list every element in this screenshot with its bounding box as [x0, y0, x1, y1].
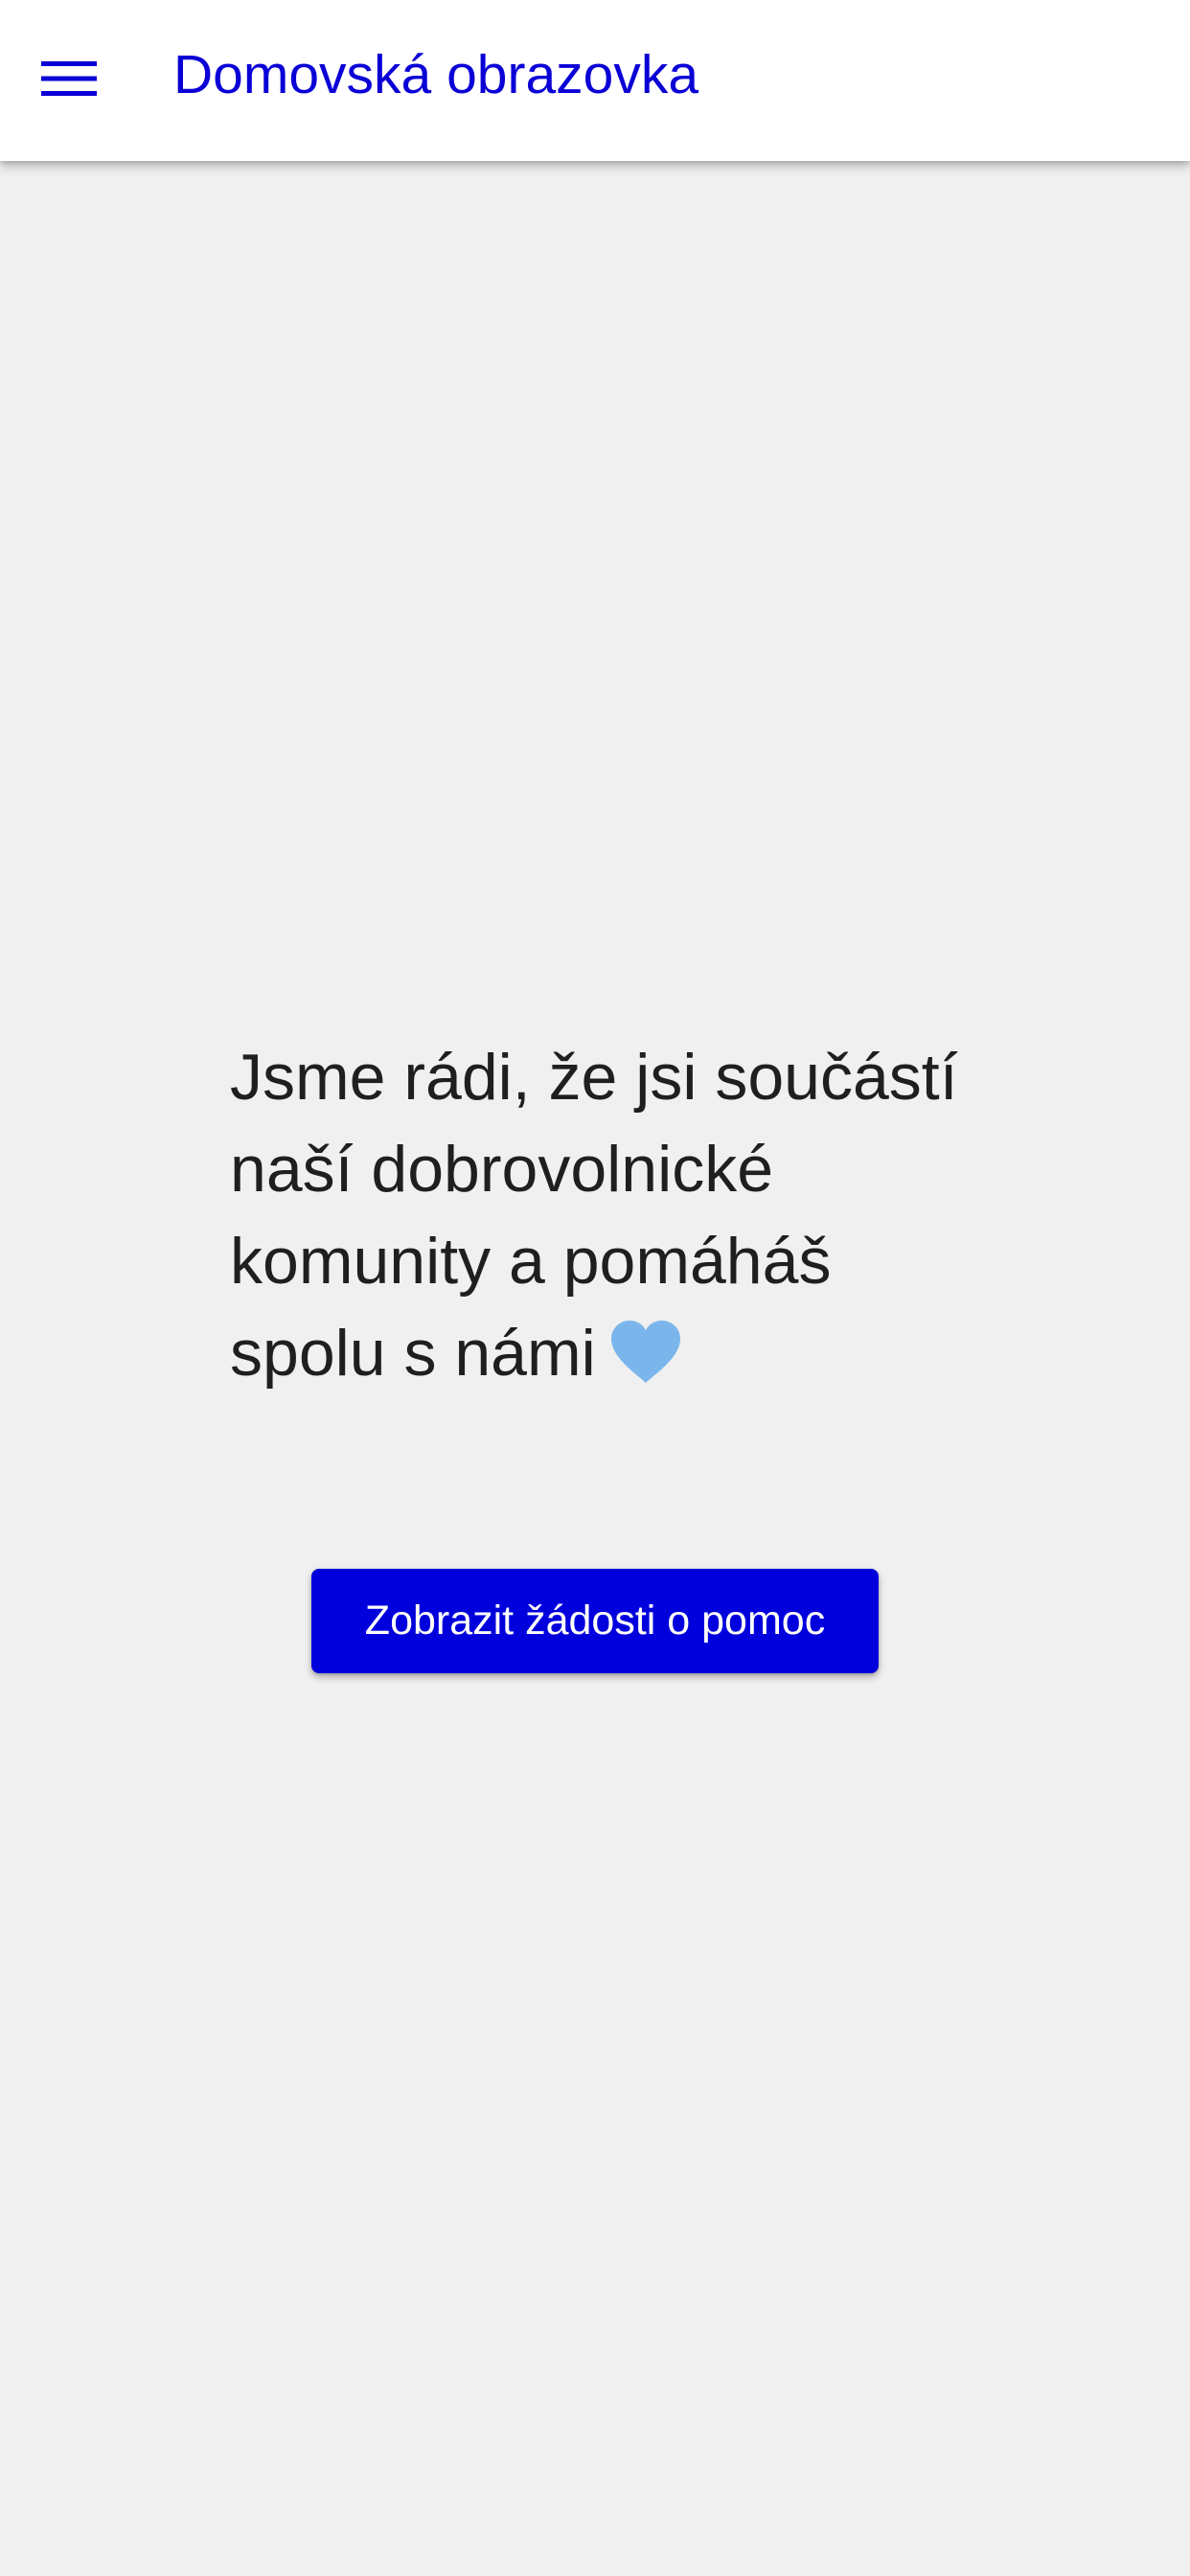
- page-title: Domovská obrazovka: [173, 44, 699, 105]
- home-content: Jsme rádi, že jsi součástí naší dobrovol…: [0, 161, 1190, 2576]
- hamburger-menu-icon: [41, 61, 97, 96]
- welcome-message-text: Jsme rádi, že jsi součástí naší dobrovol…: [230, 1041, 958, 1390]
- show-help-requests-button[interactable]: Zobrazit žádosti o pomoc: [311, 1569, 879, 1673]
- heart-icon: [609, 1317, 682, 1409]
- app-bar: Domovská obrazovka: [0, 0, 1190, 161]
- welcome-message: Jsme rádi, že jsi součástí naší dobrovol…: [230, 1031, 977, 1409]
- menu-button[interactable]: [27, 36, 111, 121]
